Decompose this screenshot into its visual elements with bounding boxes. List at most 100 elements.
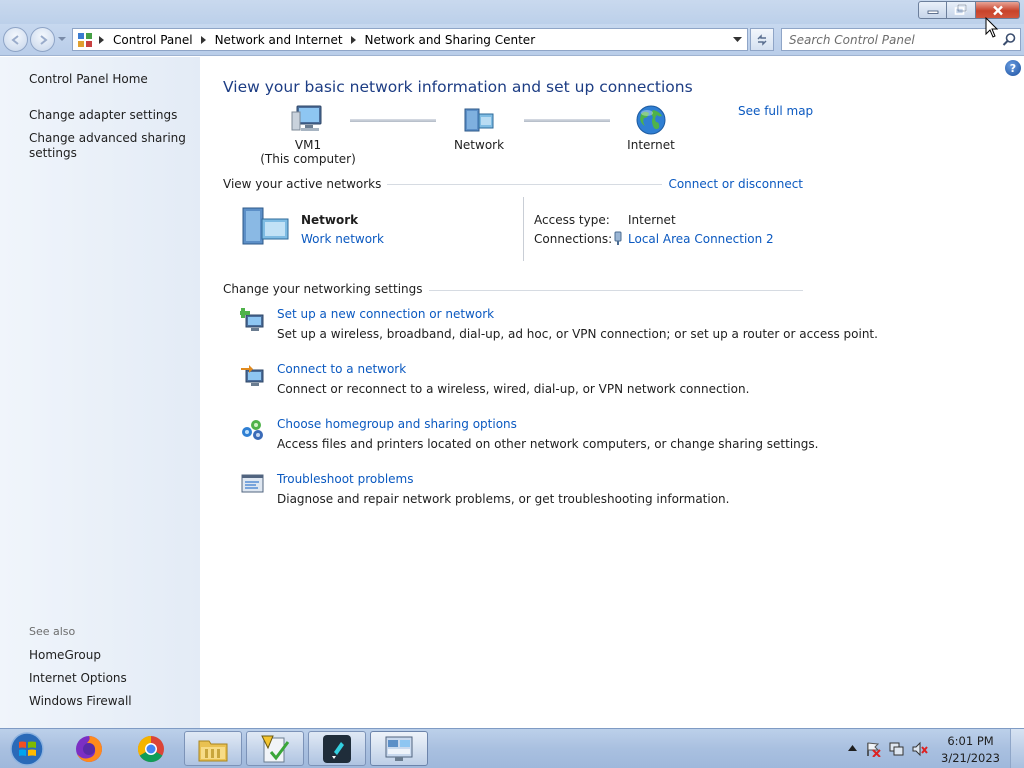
taskbar: 6:01 PM 3/21/2023 [0, 728, 1024, 768]
volume-muted-icon[interactable] [912, 741, 928, 757]
internet-label: Internet [627, 138, 675, 152]
system-tray: 6:01 PM 3/21/2023 [839, 729, 1024, 768]
setup-connection-link[interactable]: Set up a new connection or network [277, 307, 494, 321]
firefox-icon [76, 735, 102, 762]
connect-network-icon [241, 365, 264, 386]
computer-subtitle: (This computer) [260, 152, 356, 166]
change-advanced-sharing-settings-link[interactable]: Change advanced sharing settings [29, 131, 194, 161]
map-connector-line [524, 119, 610, 122]
taskbar-explorer[interactable] [184, 731, 242, 766]
arrow-left-icon [10, 34, 19, 45]
action-center-flag-icon[interactable] [865, 741, 881, 757]
breadcrumb-control-panel[interactable]: Control Panel [109, 33, 197, 47]
map-node-internet[interactable]: Internet [611, 104, 691, 152]
windows-start-icon [10, 732, 44, 766]
internet-options-link[interactable]: Internet Options [29, 671, 127, 686]
homegroup-link[interactable]: HomeGroup [29, 648, 101, 663]
checklist-icon [261, 735, 290, 762]
see-also-label: See also [29, 625, 76, 638]
connect-to-network-link[interactable]: Connect to a network [277, 362, 406, 376]
main-content: ? View your basic network information an… [200, 57, 1024, 728]
active-networks-heading: View your active networks [223, 177, 388, 191]
chrome-icon [137, 735, 164, 762]
restore-icon [954, 4, 967, 15]
troubleshoot-description: Diagnose and repair network problems, or… [277, 492, 730, 506]
windows-firewall-link[interactable]: Windows Firewall [29, 694, 132, 709]
chevron-right-icon[interactable] [347, 35, 361, 44]
address-history-dropdown[interactable] [727, 29, 747, 50]
address-bar[interactable]: Control Panel Network and Internet Netwo… [72, 28, 748, 51]
taskbar-chrome[interactable] [122, 731, 180, 766]
map-node-network[interactable]: Network [439, 104, 519, 152]
minimize-button[interactable] [918, 1, 947, 19]
homegroup-icon [242, 420, 263, 440]
access-type-label: Access type: [534, 213, 610, 227]
control-panel-home-link[interactable]: Control Panel Home [29, 72, 148, 87]
show-desktop-button[interactable] [1010, 729, 1024, 768]
map-connector-line [350, 119, 436, 122]
recent-pages-dropdown-icon[interactable] [58, 35, 66, 43]
computer-icon [291, 105, 322, 131]
troubleshoot-icon [241, 474, 264, 493]
active-network-name: Network [301, 213, 359, 227]
map-node-computer: VM1 (This computer) [258, 104, 358, 166]
start-button[interactable] [4, 729, 50, 768]
new-connection-icon [240, 308, 264, 331]
show-hidden-icons-icon[interactable] [848, 745, 857, 751]
help-icon[interactable]: ? [1005, 60, 1021, 76]
breadcrumb-network-and-sharing-center[interactable]: Network and Sharing Center [361, 33, 540, 47]
network-location-link[interactable]: Work network [301, 232, 384, 246]
window-title-bar [0, 0, 1024, 24]
homegroup-sharing-link[interactable]: Choose homegroup and sharing options [277, 417, 517, 431]
minimize-icon [927, 10, 938, 14]
networking-settings-heading: Change your networking settings [223, 282, 429, 296]
taskbar-firefox[interactable] [60, 731, 118, 766]
task-pane: Control Panel Home Change adapter settin… [0, 57, 200, 728]
network-label: Network [453, 138, 505, 152]
network-icon [242, 207, 289, 245]
system-clock[interactable]: 6:01 PM 3/21/2023 [941, 733, 1000, 767]
local-area-connection-link[interactable]: Local Area Connection 2 [628, 232, 774, 246]
window-controls [918, 1, 1020, 19]
search-input[interactable] [782, 29, 992, 50]
navigation-bar: Control Panel Network and Internet Netwo… [0, 24, 1024, 56]
chevron-right-icon[interactable] [95, 35, 109, 44]
connections-label: Connections: [534, 232, 613, 246]
chevron-down-icon [732, 36, 742, 42]
taskbar-action-center-app[interactable] [246, 731, 304, 766]
homegroup-description: Access files and printers located on oth… [277, 437, 819, 451]
network-icon [464, 108, 494, 132]
breadcrumb-network-and-internet[interactable]: Network and Internet [211, 33, 347, 47]
chevron-right-icon[interactable] [197, 35, 211, 44]
page-title: View your basic network information and … [223, 78, 693, 96]
taskbar-control-panel[interactable] [370, 731, 428, 766]
connect-network-description: Connect or reconnect to a wireless, wire… [277, 382, 750, 396]
change-adapter-settings-link[interactable]: Change adapter settings [29, 108, 177, 123]
see-full-map-link[interactable]: See full map [738, 104, 813, 118]
forward-button[interactable] [30, 27, 55, 52]
network-status-icon[interactable] [889, 741, 905, 757]
troubleshoot-link[interactable]: Troubleshoot problems [277, 472, 413, 486]
computer-name: VM1 [294, 138, 322, 152]
vertical-divider [523, 197, 524, 261]
close-icon [992, 5, 1003, 15]
restore-button[interactable] [947, 1, 976, 19]
folder-icon [198, 740, 228, 761]
access-type-value: Internet [628, 213, 676, 227]
globe-icon [636, 105, 666, 135]
ethernet-icon [614, 231, 622, 245]
app-tool-icon [323, 734, 351, 763]
network-window-icon [385, 736, 413, 761]
setup-connection-description: Set up a wireless, broadband, dial-up, a… [277, 327, 878, 341]
clock-date: 3/21/2023 [941, 751, 1000, 765]
refresh-button[interactable] [750, 28, 774, 51]
back-button[interactable] [3, 27, 28, 52]
connect-or-disconnect-link[interactable]: Connect or disconnect [662, 177, 803, 191]
clock-time: 6:01 PM [947, 734, 994, 748]
mouse-cursor-icon [985, 17, 999, 38]
refresh-icon [757, 33, 767, 46]
control-panel-icon [75, 30, 95, 50]
arrow-right-icon [39, 34, 48, 45]
taskbar-app-tool[interactable] [308, 731, 366, 766]
search-icon[interactable] [1002, 32, 1017, 47]
